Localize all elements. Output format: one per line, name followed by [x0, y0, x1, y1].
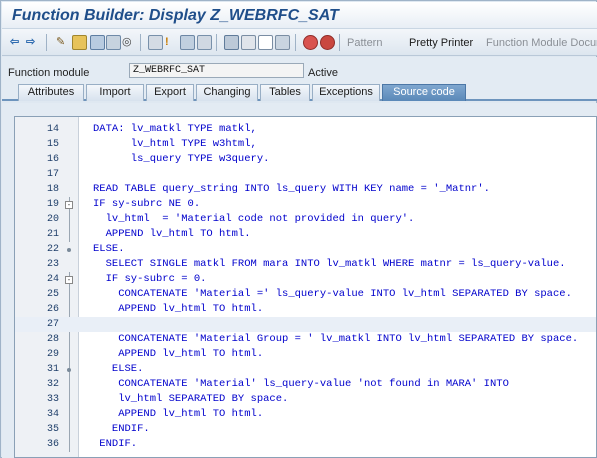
function-module-header: Function module Z_WEBRFC_SAT Active [2, 57, 597, 81]
tab-import[interactable]: Import [86, 84, 144, 101]
function-module-field[interactable]: Z_WEBRFC_SAT [129, 63, 304, 78]
navigation-window-icon[interactable] [180, 35, 195, 50]
activate-icon[interactable] [90, 35, 105, 50]
tab-attributes[interactable]: Attributes [18, 84, 84, 101]
fold-marker-icon [67, 368, 71, 372]
window-title: Function Builder: Display Z_WEBRFC_SAT [12, 7, 339, 24]
code-line: 18 READ TABLE query_string INTO ls_query … [46, 183, 490, 195]
check-icon[interactable] [106, 35, 121, 50]
code-line: 26 APPEND lv_html TO html. [46, 303, 264, 315]
code-line: 32 CONCATENATE 'Material' ls_query-value… [46, 378, 509, 390]
display-object-list-icon[interactable] [224, 35, 239, 50]
code-line: 36 ENDIF. [46, 438, 138, 450]
code-line: 25 CONCATENATE 'Material =' ls_query-val… [46, 288, 572, 300]
code-line: 28 CONCATENATE 'Material Group = ' lv_ma… [46, 333, 579, 345]
sap-window: Function Builder: Display Z_WEBRFC_SAT ⇦… [0, 0, 597, 458]
help-icon[interactable] [258, 35, 273, 50]
screen-icon[interactable] [275, 35, 290, 50]
code-line: 14 DATA: lv_matkl TYPE matkl, [46, 123, 257, 135]
tab-tables[interactable]: Tables [260, 84, 310, 101]
source-code-editor[interactable]: 14 DATA: lv_matkl TYPE matkl, 15 lv_html … [14, 116, 597, 458]
code-line: 19- IF sy-subrc NE 0. [46, 198, 201, 210]
enhance-icon[interactable] [241, 35, 256, 50]
other-object-icon[interactable]: ✎ [56, 35, 65, 50]
fold-marker-icon [67, 248, 71, 252]
session-breakpoint-icon[interactable] [320, 35, 335, 50]
tab-changing[interactable]: Changing [196, 84, 258, 101]
pretty-printer-button[interactable]: Pretty Printer [409, 37, 473, 49]
fold-toggle-icon[interactable]: - [65, 201, 73, 209]
status-text: Active [308, 67, 338, 79]
pattern-button[interactable]: Pattern [347, 37, 382, 49]
test-icon[interactable]: ◎ [122, 35, 132, 50]
forward-icon[interactable]: ⇨ [26, 35, 35, 50]
code-line: 34 APPEND lv_html TO html. [46, 408, 264, 420]
code-line: 17 [46, 169, 59, 180]
code-line: 22 ELSE. [46, 243, 125, 255]
where-used-icon[interactable] [148, 35, 163, 50]
function-module-label: Function module [8, 67, 90, 79]
code-line: 33 lv_html SEPARATED BY space. [46, 393, 289, 405]
code-line: 35 ENDIF. [46, 423, 150, 435]
code-line: 15 lv_html TYPE w3html, [46, 138, 257, 150]
display-change-icon[interactable] [72, 35, 87, 50]
tab-source-code[interactable]: Source code [382, 84, 466, 101]
code-line: 21 APPEND lv_html TO html. [46, 228, 251, 240]
function-module-doc-button[interactable]: Function Module Docum [486, 37, 597, 49]
code-line: 23 SELECT SINGLE matkl FROM mara INTO lv… [46, 258, 566, 270]
code-line: 24- IF sy-subrc = 0. [46, 273, 207, 285]
code-line: 31 ELSE. [46, 363, 144, 375]
code-line: 20 lv_html = 'Material code not provided… [46, 213, 415, 225]
breakpoint-icon[interactable] [303, 35, 318, 50]
code-line: 16 ls_query TYPE w3query. [46, 153, 270, 165]
function-module-icon[interactable] [197, 35, 212, 50]
object-list-icon[interactable]: ! [165, 35, 169, 50]
tab-export[interactable]: Export [146, 84, 194, 101]
code-line-current: 27 [15, 317, 596, 332]
tab-strip: Attributes Import Export Changing Tables… [2, 81, 597, 101]
back-icon[interactable]: ⇦ [10, 35, 19, 50]
code-line: 29 APPEND lv_html TO html. [46, 348, 264, 360]
editor-area: 14 DATA: lv_matkl TYPE matkl, 15 lv_html … [2, 103, 597, 458]
tab-exceptions[interactable]: Exceptions [312, 84, 380, 101]
title-bar: Function Builder: Display Z_WEBRFC_SAT [2, 2, 597, 29]
fold-toggle-icon[interactable]: - [65, 276, 73, 284]
